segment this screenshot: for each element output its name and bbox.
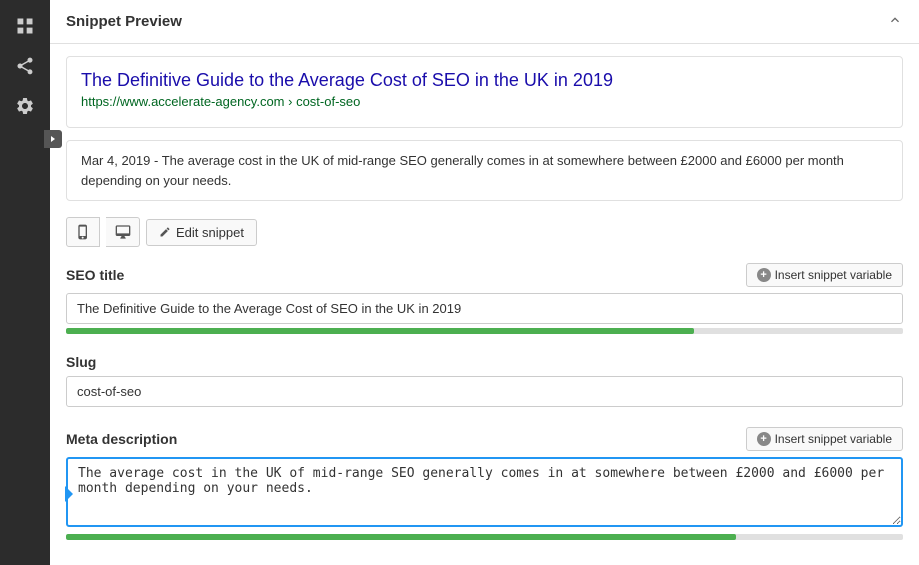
meta-description-insert-variable-label: Insert snippet variable (775, 432, 892, 446)
snippet-preview-card: The Definitive Guide to the Average Cost… (66, 56, 903, 128)
seo-title-progress-bar (66, 328, 903, 334)
share-icon[interactable] (7, 48, 43, 84)
meta-description-wrapper: The average cost in the UK of mid-range … (66, 457, 903, 530)
snippet-dash: - (154, 153, 162, 168)
slug-section: Slug (50, 346, 919, 419)
edit-snippet-label: Edit snippet (176, 225, 244, 240)
seo-title-label: SEO title (66, 267, 124, 283)
meta-description-input[interactable]: The average cost in the UK of mid-range … (66, 457, 903, 527)
meta-description-insert-variable-button[interactable]: + Insert snippet variable (746, 427, 903, 451)
snippet-description-card: Mar 4, 2019 - The average cost in the UK… (66, 140, 903, 201)
snippet-title[interactable]: The Definitive Guide to the Average Cost… (81, 69, 888, 92)
meta-description-progress-bar (66, 534, 903, 540)
panel-header: Snippet Preview (50, 0, 919, 44)
meta-description-header: Meta description + Insert snippet variab… (66, 427, 903, 451)
seo-title-input[interactable] (66, 293, 903, 324)
meta-description-label: Meta description (66, 431, 177, 447)
slug-input[interactable] (66, 376, 903, 407)
meta-description-accent (65, 486, 73, 502)
main-content: Snippet Preview The Definitive Guide to … (50, 0, 919, 565)
meta-description-section: Meta description + Insert snippet variab… (50, 419, 919, 552)
expand-sidebar-arrow[interactable] (44, 130, 62, 148)
sidebar (0, 0, 50, 565)
snippet-date-desc: Mar 4, 2019 - The average cost in the UK… (81, 153, 844, 188)
snippet-url: https://www.accelerate-agency.com › cost… (81, 94, 888, 109)
seo-title-progress-fill (66, 328, 694, 334)
slug-label: Slug (66, 354, 96, 370)
mobile-view-button[interactable] (66, 217, 100, 247)
snippet-date: Mar 4, 2019 (81, 153, 150, 168)
settings-icon[interactable] (7, 88, 43, 124)
snippet-toolbar: Edit snippet (50, 209, 919, 255)
collapse-icon[interactable] (887, 12, 903, 31)
slug-header: Slug (66, 354, 903, 370)
seo-title-header: SEO title + Insert snippet variable (66, 263, 903, 287)
panel-title: Snippet Preview (66, 13, 182, 30)
meta-description-progress-fill (66, 534, 736, 540)
seo-title-insert-variable-button[interactable]: + Insert snippet variable (746, 263, 903, 287)
meta-description-plus-icon: + (757, 432, 771, 446)
snippet-desc-text: The average cost in the UK of mid-range … (81, 153, 844, 188)
seo-title-section: SEO title + Insert snippet variable (50, 255, 919, 346)
desktop-view-button[interactable] (106, 217, 140, 247)
seo-title-insert-variable-label: Insert snippet variable (775, 268, 892, 282)
seo-title-plus-icon: + (757, 268, 771, 282)
grid-icon[interactable] (7, 8, 43, 44)
edit-snippet-button[interactable]: Edit snippet (146, 219, 257, 246)
